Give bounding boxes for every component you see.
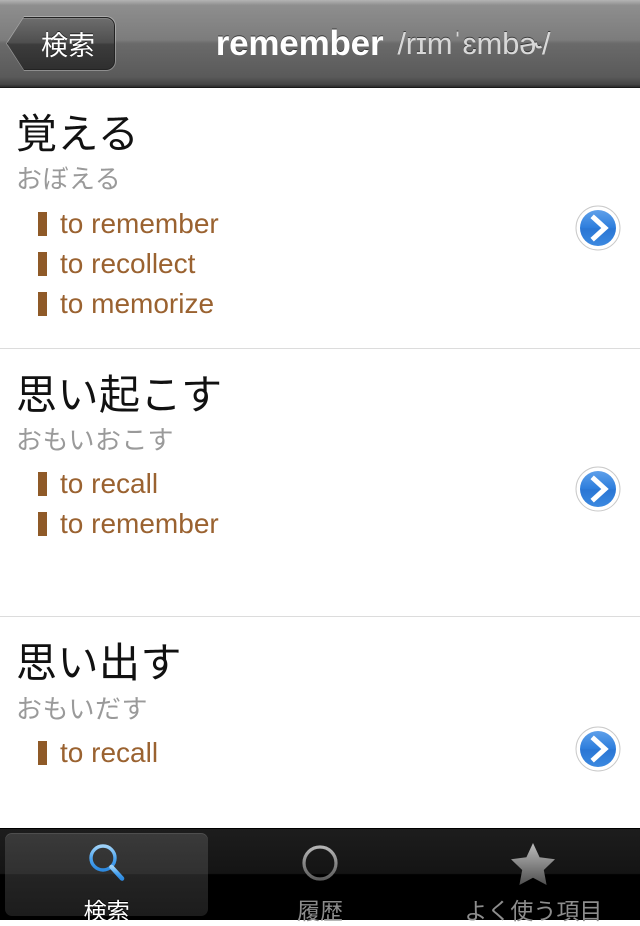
back-button[interactable]: 検索 [7,17,115,70]
chevron-right-circle-icon[interactable] [574,204,622,252]
gloss-item: to memorize [38,287,640,319]
search-icon [83,839,131,887]
gloss-item: to remember [38,207,640,239]
gloss-text: to memorize [60,287,215,319]
entry-reading: おぼえる [16,164,122,195]
chevron-right-circle-icon[interactable] [574,465,622,513]
entry-word: 思い出す [16,640,182,687]
gloss-item: to recall [38,736,640,768]
back-button-label: 検索 [41,31,95,61]
dictionary-entry[interactable]: 思い起こす おもいおこす to recall to remember [0,347,640,617]
tab-favorites[interactable]: よく使う項目 [427,829,640,924]
star-icon [507,839,559,887]
bullet-icon [38,251,47,276]
gloss-text: to recall [60,468,159,500]
entry-list[interactable]: 覚える おぼえる to remember to recollect to mem… [0,88,640,828]
tab-search[interactable]: 検索 [0,829,213,924]
gloss-list: to recall to remember [0,470,640,538]
dictionary-entry[interactable]: 思い出す おもいだす to recall [0,616,640,797]
tab-search-label: 検索 [83,898,130,924]
bullet-icon [38,291,47,316]
entry-reading: おもいおこす [16,424,174,455]
gloss-text: to remember [60,207,219,239]
entry-reading: おもいだす [16,693,148,724]
gloss-text: to remember [60,508,219,540]
page-title-ipa: /rɪmˈɛmbɚ/ [397,25,551,61]
page-title-headword: remember [215,23,384,63]
tab-favorites-label: よく使う項目 [464,898,603,924]
dictionary-entry[interactable]: 覚える おぼえる to remember to recollect to mem… [0,88,640,348]
gloss-item: to recall [38,470,640,498]
gloss-item: to recollect [38,247,640,279]
tab-history-label: 履歴 [296,898,343,924]
navigation-title: remember /rɪmˈɛmbɚ/ [140,0,626,87]
gloss-list: to remember to recollect to memorize [0,207,640,319]
bullet-icon [38,472,47,497]
gloss-list: to recall [0,736,640,768]
bullet-icon [38,740,47,765]
tab-history[interactable]: 履歴 [213,829,426,924]
tab-bar: 検索 履歴 よく使う項目 [0,828,640,924]
bullet-icon [38,211,47,236]
chevron-right-circle-icon[interactable] [574,725,622,773]
entry-word: 思い起こす [16,371,223,418]
clock-icon [296,839,344,887]
gloss-text: to recall [60,736,159,768]
entry-word: 覚える [16,111,140,157]
navigation-bar: 検索 remember /rɪmˈɛmbɚ/ [0,0,640,88]
bullet-icon [38,512,47,537]
gloss-text: to recollect [60,247,196,279]
gloss-item: to remember [38,510,640,538]
